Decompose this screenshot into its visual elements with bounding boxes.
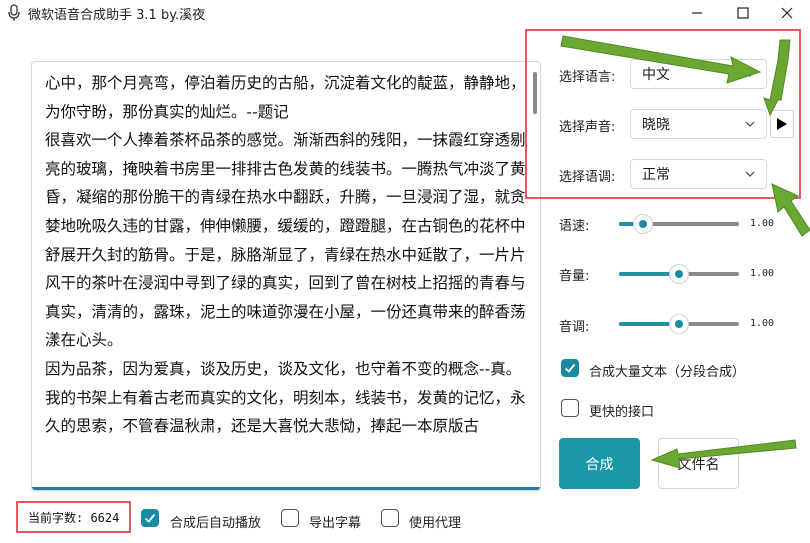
minimize-icon	[692, 12, 702, 14]
count-highlight-box	[16, 501, 131, 533]
pitch-slider[interactable]	[619, 315, 739, 333]
synthesize-label: 合成	[585, 456, 614, 473]
close-icon	[781, 7, 793, 19]
maximize-icon	[737, 7, 749, 19]
speed-value: 1.00	[750, 218, 775, 229]
check-icon	[144, 513, 156, 523]
use-proxy-label: 使用代理	[409, 516, 462, 531]
microphone-icon	[8, 4, 20, 21]
text-content[interactable]: 心中，那个月亮弯，停泊着历史的古船，沉淀着文化的靛蓝，静静地，为你守盼，那份真实…	[45, 69, 526, 441]
speed-slider[interactable]	[619, 215, 739, 233]
export-subtitles-label: 导出字幕	[309, 516, 362, 531]
pitch-label: 音调:	[559, 320, 590, 335]
window-title: 微软语音合成助手 3.1 by.溪夜	[28, 8, 206, 23]
autoplay-checkbox[interactable]	[141, 509, 159, 527]
autoplay-label: 合成后自动播放	[170, 516, 262, 531]
volume-value: 1.00	[750, 268, 775, 279]
volume-slider-thumb[interactable]	[670, 265, 688, 283]
pitch-value: 1.00	[750, 318, 775, 329]
export-subtitles-checkbox[interactable]	[281, 509, 299, 527]
secondary-action-button[interactable]: 文件名	[658, 438, 739, 489]
speed-label: 语速:	[559, 219, 590, 234]
bulk-synthesis-label: 合成大量文本（分段合成）	[589, 365, 746, 380]
fast-api-checkbox[interactable]	[561, 399, 579, 417]
maximize-button[interactable]	[720, 0, 766, 26]
fast-api-label: 更快的接口	[589, 405, 655, 420]
check-icon	[564, 363, 576, 373]
secondary-action-label: 文件名	[677, 456, 720, 473]
synthesize-button[interactable]: 合成	[559, 438, 640, 489]
speed-slider-thumb[interactable]	[634, 215, 652, 233]
volume-slider[interactable]	[619, 265, 739, 283]
close-button[interactable]	[764, 0, 810, 26]
title-bar: 微软语音合成助手 3.1 by.溪夜	[0, 0, 810, 26]
bulk-synthesis-checkbox[interactable]	[561, 359, 579, 377]
volume-label: 音量:	[559, 269, 590, 284]
text-editor[interactable]: 心中，那个月亮弯，停泊着历史的古船，沉淀着文化的靛蓝，静静地，为你守盼，那份真实…	[31, 61, 541, 491]
settings-highlight-box	[525, 29, 801, 199]
pitch-slider-thumb[interactable]	[670, 315, 688, 333]
editor-focus-underline	[32, 487, 540, 490]
use-proxy-checkbox[interactable]	[381, 509, 399, 527]
minimize-button[interactable]	[674, 0, 720, 26]
